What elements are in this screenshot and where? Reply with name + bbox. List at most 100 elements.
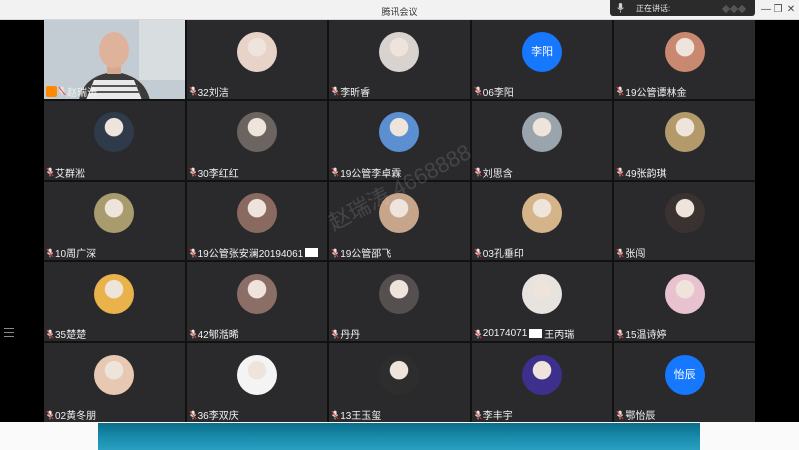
participant-nameplate: 30李红红 — [189, 166, 239, 180]
participant-nameplate: 20174071 王丙瑞 — [474, 327, 574, 341]
participant-tile[interactable]: 艾群淞 — [44, 100, 185, 180]
participant-name: 李丰宇 — [482, 411, 513, 422]
participant-name: 赵瑞涛 — [67, 87, 97, 99]
avatar — [236, 273, 277, 314]
avatar — [236, 31, 277, 72]
avatar — [94, 273, 135, 314]
participant-nameplate: 张闯 — [616, 246, 646, 261]
avatar — [664, 31, 705, 72]
bottom-toolbar-strip — [98, 423, 700, 450]
participant-tile[interactable]: 刘思含 — [471, 100, 613, 180]
participant-grid: 赵瑞涛 32刘洁 李昕睿 李阳 06李阳 19公管谭林金 艾群淞 30李红红 19公管李卓霖 刘思… — [44, 20, 755, 422]
participant-tile[interactable]: 李阳 06李阳 — [471, 20, 613, 99]
microphone-muted-icon — [189, 329, 197, 339]
avatar — [664, 193, 705, 234]
microphone-muted-icon — [331, 86, 339, 96]
participant-tile[interactable]: 13王玉玺 — [329, 343, 470, 422]
participant-nameplate: 10周广深 — [46, 246, 96, 260]
microphone-muted-icon — [46, 410, 54, 419]
participant-tile[interactable]: 32刘洁 — [186, 20, 328, 99]
avatar — [379, 273, 420, 314]
participant-name: 32刘洁 — [197, 87, 229, 99]
avatar — [379, 31, 420, 72]
participant-tile[interactable]: 丹丹 — [329, 262, 470, 342]
avatar — [94, 112, 135, 153]
avatar — [522, 273, 563, 314]
participant-tile[interactable]: 10周广深 — [44, 181, 185, 261]
avatar — [379, 112, 420, 153]
avatar — [236, 354, 277, 395]
participant-tile[interactable]: 30李红红 — [186, 100, 328, 180]
microphone-muted-icon — [616, 86, 624, 96]
participant-tile[interactable]: 42郇湉晞 — [186, 262, 328, 342]
avatar — [94, 354, 135, 395]
participant-name: 20174071 — [482, 328, 528, 340]
menu-icon[interactable] — [4, 328, 14, 338]
participant-tile[interactable]: 20174071 王丙瑞 — [471, 262, 613, 342]
participant-nameplate: 刘思含 — [474, 166, 513, 180]
taskbar-area — [0, 422, 799, 450]
participant-name: 42郇湉晞 — [197, 330, 239, 342]
participant-tile[interactable]: 19公管张安澜20194061 — [186, 181, 328, 261]
participant-nameplate: 19公管谭林金 — [616, 85, 687, 99]
microphone-muted-icon — [46, 248, 54, 258]
avatar: 李阳 — [522, 31, 563, 72]
participant-name: 19公管邵飞 — [340, 249, 392, 261]
participant-tile[interactable]: 15温诗婷 — [614, 262, 755, 342]
avatar — [522, 112, 563, 153]
participant-tile[interactable]: 36李双庆 — [186, 343, 328, 422]
participant-tile[interactable]: 李昕睿 — [329, 20, 470, 99]
microphone-muted-icon — [58, 86, 66, 96]
microphone-muted-icon — [331, 167, 339, 177]
participant-name: 鄂怡辰 — [625, 411, 656, 422]
speaking-indicator: 正在讲话: — [610, 0, 755, 16]
avatar — [94, 193, 135, 234]
avatar — [236, 193, 277, 234]
participant-tile[interactable]: 02黄冬朋 — [44, 343, 185, 422]
participant-tile[interactable]: 35楚楚 — [44, 262, 185, 342]
participant-name: 02黄冬朋 — [55, 411, 97, 422]
participant-tile[interactable]: 赵瑞涛 — [44, 20, 185, 99]
participant-tile[interactable]: 怡辰鄂怡辰 — [614, 343, 755, 422]
avatar — [522, 354, 563, 395]
microphone-muted-icon — [46, 329, 54, 339]
avatar — [379, 354, 420, 395]
microphone-muted-icon — [331, 248, 339, 258]
participant-nameplate: 02黄冬朋 — [46, 408, 97, 422]
microphone-muted-icon — [189, 248, 197, 258]
participant-tile[interactable]: 张闯 — [614, 181, 755, 261]
participant-tile[interactable]: 19公管谭林金 — [614, 20, 755, 99]
participant-name: 丹丹 — [340, 330, 361, 342]
participant-nameplate: 李昕睿 — [331, 85, 371, 99]
participant-nameplate: 15温诗婷 — [616, 327, 667, 341]
participant-tile[interactable]: 03孔垂印 — [471, 181, 613, 261]
avatar: 怡辰 — [664, 354, 705, 395]
participant-name: 03孔垂印 — [482, 249, 524, 261]
avatar — [664, 112, 705, 153]
avatar — [522, 193, 563, 234]
microphone-muted-icon — [46, 167, 54, 177]
participant-name: 30李红红 — [197, 168, 239, 180]
participant-nameplate: 49张韵琪 — [616, 166, 667, 180]
speaking-level-icon — [721, 4, 749, 14]
speaking-label: 正在讲话: — [636, 4, 671, 13]
microphone-icon — [617, 3, 624, 13]
close-button[interactable]: ✕ — [784, 3, 798, 17]
participant-name: 张闯 — [625, 249, 646, 261]
participant-name: 19公管张安澜20194061 — [197, 249, 304, 261]
participant-tile[interactable]: 49张韵琪 — [614, 100, 755, 180]
participant-tile[interactable]: 李丰宇 — [471, 343, 613, 422]
participant-name: 刘思含 — [482, 168, 513, 180]
participant-nameplate: 36李双庆 — [189, 408, 239, 422]
host-icon — [46, 85, 57, 97]
participant-nameplate: 艾群淞 — [46, 166, 85, 180]
participant-name: 李昕睿 — [340, 87, 371, 99]
participant-name: 36李双庆 — [197, 411, 239, 422]
microphone-muted-icon — [474, 248, 482, 258]
participant-nameplate: 32刘洁 — [189, 85, 229, 99]
microphone-muted-icon — [474, 167, 482, 177]
meeting-stage: 赵瑞涛 32刘洁 李昕睿 李阳 06李阳 19公管谭林金 艾群淞 30李红红 19公管李卓霖 刘思… — [0, 20, 799, 422]
participant-nameplate: 13王玉玺 — [331, 408, 381, 422]
right-panel — [755, 20, 799, 422]
restore-button[interactable]: ❐ — [771, 3, 785, 17]
